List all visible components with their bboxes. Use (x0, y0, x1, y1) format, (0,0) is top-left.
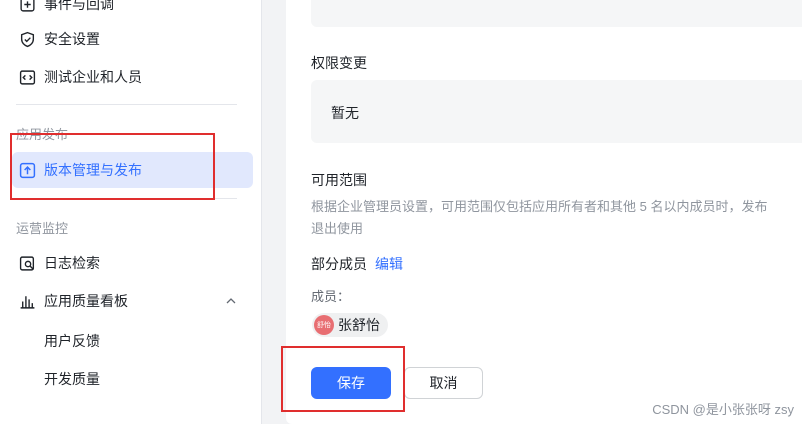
scope-title: 可用范围 (311, 172, 367, 188)
sidebar-item-security[interactable]: 安全设置 (12, 21, 253, 57)
highlight-box (281, 346, 405, 412)
divider (16, 104, 237, 105)
scope-description: 根据企业管理员设置，可用范围仅包括应用所有者和其他 5 名以内成员时，发布 退出… (311, 196, 767, 240)
sidebar-item-events[interactable]: 事件与回调 (12, 0, 253, 22)
member-name: 张舒怡 (338, 317, 380, 333)
sidebar-subitem-user-feedback[interactable]: 用户反馈 (44, 331, 100, 351)
sidebar-item-label: 日志检索 (44, 255, 100, 271)
members-label: 成员： (311, 289, 351, 304)
permission-title: 权限变更 (311, 55, 367, 71)
partial-members-label: 部分成员 (311, 256, 367, 272)
sidebar-item-label: 事件与回调 (44, 0, 114, 12)
chevron-up-icon[interactable] (224, 294, 238, 308)
sidebar-item-label: 测试企业和人员 (44, 69, 142, 85)
avatar: 舒怡 (314, 315, 334, 335)
sidebar-subitem-dev-quality[interactable]: 开发质量 (44, 369, 100, 389)
cancel-button[interactable]: 取消 (404, 367, 483, 399)
watermark: CSDN @是小张张呀 zsy (652, 402, 794, 417)
member-chip: 舒怡 张舒怡 (312, 313, 388, 337)
edit-link[interactable]: 编辑 (375, 256, 403, 272)
permission-box: 暂无 (311, 80, 802, 143)
partial-members-row: 部分成员 编辑 (311, 254, 403, 274)
previous-field-box (311, 0, 802, 27)
sidebar-item-test-enterprise[interactable]: 测试企业和人员 (12, 59, 253, 95)
sidebar-item-label: 应用质量看板 (44, 293, 128, 309)
permission-value: 暂无 (331, 105, 359, 121)
scope-desc-line: 退出使用 (311, 221, 364, 236)
log-search-icon (18, 254, 36, 272)
scope-desc-line: 根据企业管理员设置，可用范围仅包括应用所有者和其他 5 名以内成员时，发布 (311, 199, 768, 214)
sidebar-item-log-search[interactable]: 日志检索 (12, 245, 253, 281)
section-title-monitor: 运营监控 (16, 221, 69, 236)
sidebar: 事件与回调 安全设置 测试企业和人员 应用发布 版本管理与发布 运营监控 日志检… (0, 0, 262, 424)
event-callback-icon (18, 0, 36, 13)
bar-chart-icon (18, 292, 36, 310)
code-icon (18, 68, 36, 86)
sidebar-item-label: 安全设置 (44, 31, 100, 47)
highlight-box (10, 133, 215, 200)
sidebar-item-quality-dashboard[interactable]: 应用质量看板 (12, 283, 253, 319)
shield-icon (18, 30, 36, 48)
